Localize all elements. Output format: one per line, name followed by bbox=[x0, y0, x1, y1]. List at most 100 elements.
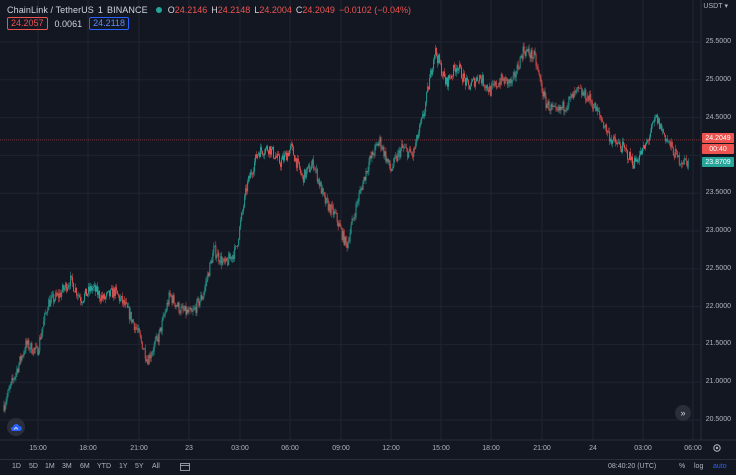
candle-body bbox=[578, 86, 580, 89]
buy-button[interactable]: 24.2118 bbox=[89, 17, 129, 30]
candle-body bbox=[556, 107, 558, 110]
candle-body bbox=[251, 172, 253, 175]
range-button-5d[interactable]: 5D bbox=[29, 463, 38, 470]
candle-body bbox=[569, 96, 571, 98]
last-price-tag: 24.2049 bbox=[702, 133, 734, 143]
candle-body bbox=[217, 252, 219, 257]
candle-body bbox=[5, 401, 7, 406]
candle-body bbox=[176, 305, 178, 307]
candle-body bbox=[580, 88, 582, 89]
tradingview-logo[interactable] bbox=[7, 418, 25, 436]
gear-icon[interactable] bbox=[712, 443, 722, 453]
range-button-1y[interactable]: 1Y bbox=[119, 463, 128, 470]
candle-body bbox=[205, 281, 207, 288]
range-button-3m[interactable]: 3M bbox=[62, 463, 72, 470]
candle-body bbox=[655, 114, 657, 118]
range-button-1m[interactable]: 1M bbox=[45, 463, 55, 470]
range-button-all[interactable]: All bbox=[152, 463, 160, 470]
currency-selector[interactable]: USDT ▾ bbox=[703, 2, 728, 11]
candle-body bbox=[200, 295, 202, 302]
candle-body bbox=[581, 88, 583, 96]
sell-button[interactable]: 24.2057 bbox=[7, 17, 48, 30]
candle-body bbox=[413, 148, 415, 157]
candle-body bbox=[247, 181, 249, 192]
candle-body bbox=[564, 109, 566, 112]
candle-body bbox=[603, 122, 605, 128]
price-chart[interactable] bbox=[0, 0, 736, 474]
auto-toggle[interactable]: auto bbox=[713, 463, 727, 470]
change-value: −0.0102 (−0.04%) bbox=[338, 5, 411, 15]
candle-body bbox=[504, 77, 506, 84]
candle-body bbox=[526, 49, 528, 51]
candle-body bbox=[250, 172, 252, 179]
candle-body bbox=[91, 285, 92, 291]
range-button-5y[interactable]: 5Y bbox=[135, 463, 144, 470]
candle-body bbox=[110, 288, 112, 290]
candle-body bbox=[613, 136, 615, 141]
utc-clock[interactable]: 08:40:20 (UTC) bbox=[608, 463, 656, 470]
candle-body bbox=[629, 152, 630, 160]
log-toggle[interactable]: log bbox=[694, 463, 703, 470]
candle-body bbox=[323, 192, 325, 196]
candle-body bbox=[562, 101, 564, 109]
candle-body bbox=[175, 305, 177, 307]
candle-body bbox=[249, 176, 251, 179]
candle-body bbox=[48, 299, 50, 311]
candle-body bbox=[125, 301, 127, 304]
candle-body bbox=[664, 134, 666, 142]
candle-body bbox=[181, 306, 183, 308]
candle-body bbox=[289, 145, 291, 151]
candle-body bbox=[503, 78, 505, 84]
candle-body bbox=[626, 148, 628, 151]
candle-body bbox=[521, 56, 523, 59]
candlestick-chart[interactable] bbox=[0, 0, 736, 474]
candle-body bbox=[380, 137, 382, 149]
candle-body bbox=[76, 287, 78, 296]
candle-body bbox=[406, 147, 408, 149]
candle-body bbox=[40, 337, 42, 339]
percent-toggle[interactable]: % bbox=[679, 463, 685, 470]
candle-body bbox=[302, 175, 304, 183]
calendar-icon[interactable] bbox=[180, 462, 190, 471]
candle-body bbox=[111, 288, 113, 298]
candle-body bbox=[165, 310, 167, 313]
candle-body bbox=[442, 75, 444, 77]
candle-body bbox=[236, 246, 238, 247]
candle-body bbox=[505, 77, 507, 79]
candle-body bbox=[566, 107, 568, 111]
candle-body bbox=[549, 110, 551, 111]
candle-body bbox=[476, 77, 478, 81]
candle-body bbox=[187, 309, 189, 313]
candle-body bbox=[52, 294, 54, 296]
candle-body bbox=[339, 223, 341, 227]
candle-body bbox=[191, 311, 193, 312]
candle-body bbox=[268, 150, 269, 155]
candle-body bbox=[405, 147, 407, 148]
candle-body bbox=[540, 78, 542, 83]
candle-body bbox=[243, 206, 245, 211]
candle-body bbox=[101, 295, 102, 301]
candle-body bbox=[260, 147, 262, 158]
candle-body bbox=[404, 147, 406, 149]
candle-body bbox=[676, 151, 678, 157]
candle-body bbox=[529, 54, 531, 58]
candle-body bbox=[315, 168, 317, 170]
candle-body bbox=[468, 85, 470, 90]
candle-body bbox=[95, 285, 96, 292]
range-button-6m[interactable]: 6M bbox=[80, 463, 90, 470]
candle-body bbox=[370, 155, 372, 159]
candle-body bbox=[539, 74, 541, 79]
scroll-to-realtime-button[interactable]: » bbox=[675, 405, 691, 421]
range-button-ytd[interactable]: YTD bbox=[97, 463, 111, 470]
range-button-1d[interactable]: 1D bbox=[12, 463, 21, 470]
candle-body bbox=[444, 71, 446, 78]
candle-body bbox=[448, 75, 449, 87]
candle-body bbox=[433, 59, 435, 70]
interval-label[interactable]: 1 bbox=[98, 5, 103, 15]
candle-body bbox=[474, 81, 476, 87]
candle-body bbox=[195, 307, 197, 313]
candle-body bbox=[46, 312, 48, 314]
candle-body bbox=[633, 165, 634, 169]
candle-body bbox=[244, 195, 246, 207]
symbol-title[interactable]: ChainLink / TetherUS bbox=[7, 5, 94, 15]
